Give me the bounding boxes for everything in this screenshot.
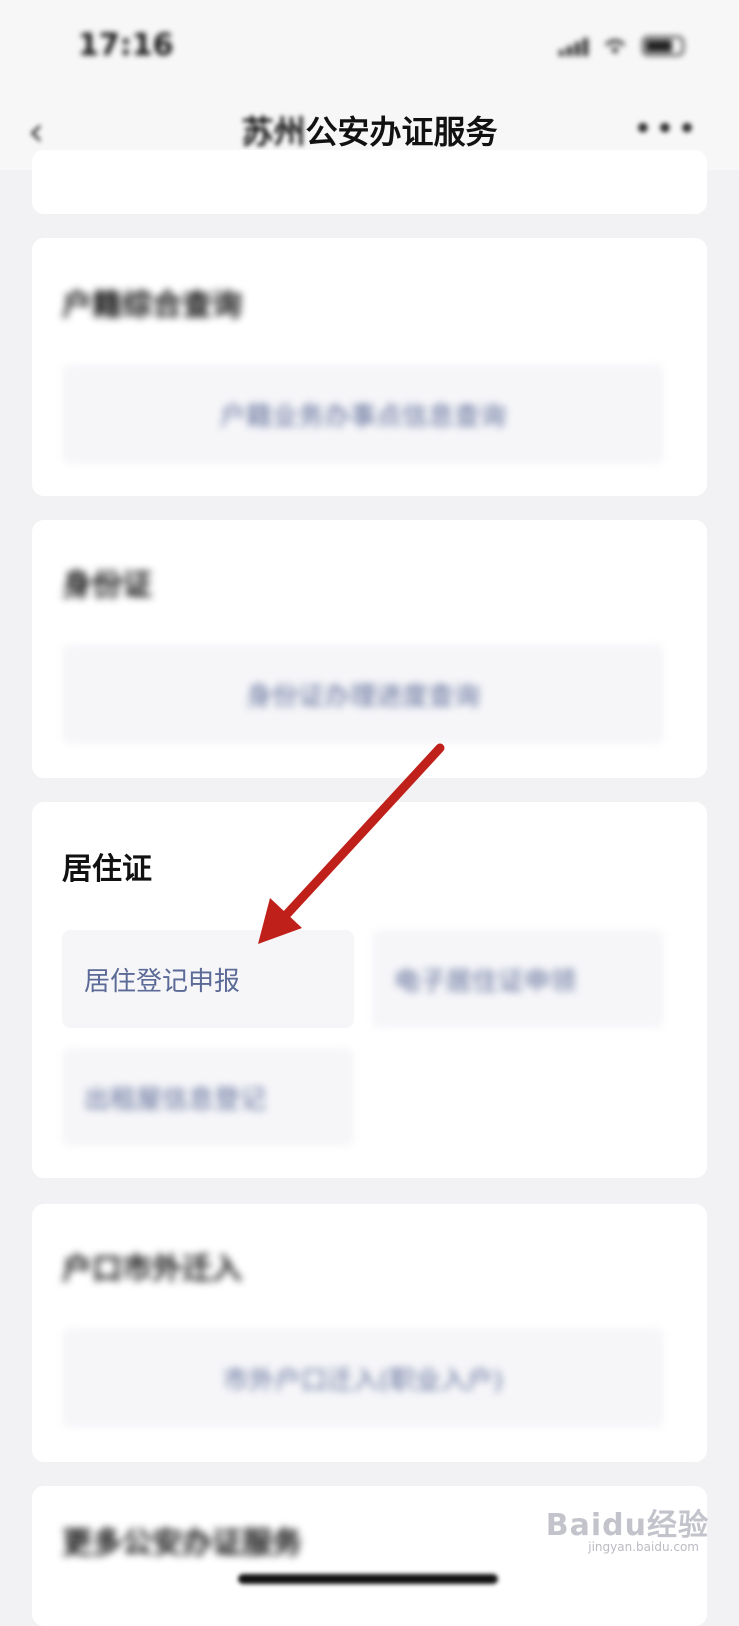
signal-icon	[559, 38, 588, 56]
section-household-query: 户籍综合查询 户籍业务办事点信息查询	[32, 238, 707, 496]
section-title: 户籍综合查询	[62, 288, 242, 323]
status-time: 17:16	[78, 28, 174, 63]
status-bar: 17:16	[0, 0, 739, 95]
wifi-icon	[605, 39, 625, 54]
residence-registration-button[interactable]: 居住登记申报	[62, 930, 354, 1028]
page-title: 苏州公安办证服务	[0, 107, 739, 153]
section-title: 居住证	[62, 852, 152, 887]
section-title: 户口市外迁入	[62, 1252, 242, 1287]
household-office-query-button[interactable]: 户籍业务办事点信息查询	[62, 364, 664, 464]
section-residence-permit: 居住证 居住登记申报 电子居住证申领 出租屋信息登记	[32, 802, 707, 1178]
e-residence-permit-button[interactable]: 电子居住证申领	[372, 930, 664, 1028]
page-title-main: 公安办证服务	[305, 113, 498, 151]
rental-info-register-button[interactable]: 出租屋信息登记	[62, 1048, 354, 1146]
watermark-logo: Baidu经验	[545, 1508, 709, 1543]
battery-icon	[642, 36, 684, 56]
section-title: 身份证	[62, 568, 152, 603]
section-title: 更多公安办证服务	[62, 1526, 302, 1561]
partial-card-top	[32, 150, 707, 214]
hukou-move-in-button[interactable]: 市外户口迁入(职业入户)	[62, 1328, 664, 1428]
more-dots-icon[interactable]: •••	[633, 109, 699, 149]
section-hukou-move-in: 户口市外迁入 市外户口迁入(职业入户)	[32, 1204, 707, 1462]
section-id-card: 身份证 身份证办理进度查询	[32, 520, 707, 778]
page-title-prefix: 苏州	[241, 113, 306, 151]
home-indicator	[238, 1574, 498, 1584]
status-icons	[559, 36, 684, 56]
id-card-progress-button[interactable]: 身份证办理进度查询	[62, 644, 664, 744]
watermark-url: jingyan.baidu.com	[588, 1540, 699, 1554]
